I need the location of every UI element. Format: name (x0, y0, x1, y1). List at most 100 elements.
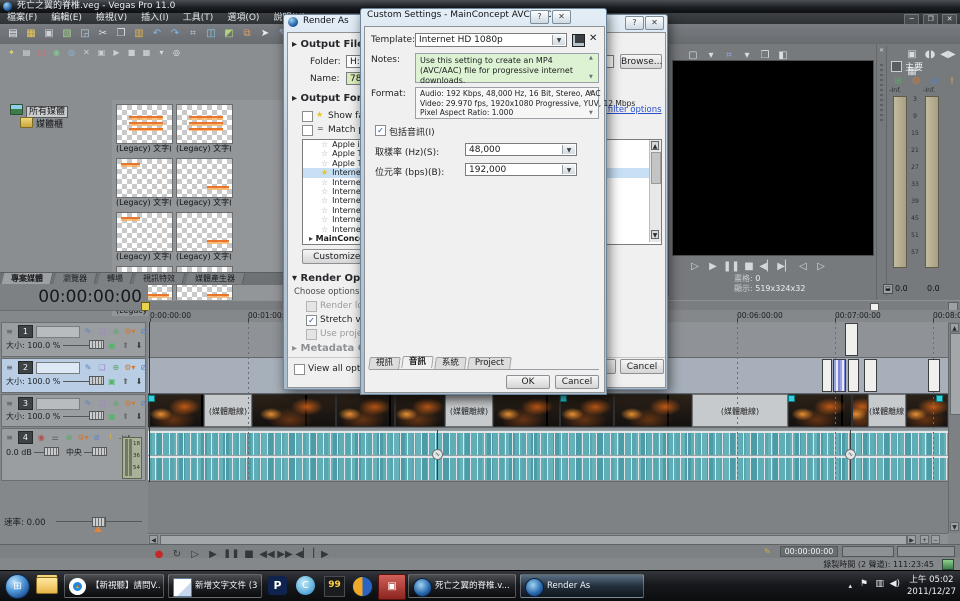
offline-event[interactable]: (媒體離線) (692, 394, 788, 427)
level-slider[interactable] (89, 340, 104, 349)
track-motion-icon[interactable]: ✎ (83, 398, 94, 409)
save-template-icon[interactable] (572, 34, 585, 47)
make-parent-icon[interactable]: ⬆ (120, 376, 131, 387)
explorer-button[interactable] (36, 577, 58, 594)
undo-icon[interactable]: ↶ (149, 26, 165, 41)
track-lane-3[interactable]: (媒體離線)(媒體離線)(媒體離線)(媒體離線) (148, 394, 948, 428)
browse-button[interactable]: Browse... (620, 54, 662, 69)
track-header-3[interactable]: ≡ 3 ✎ ❏ ⊕ ⚙▾ ⊘ ! 大小: 100.0 % ▣ ⬆ ⬇ (1, 394, 146, 427)
menu-V[interactable]: 檢視(V) (89, 13, 134, 24)
master-fader-left[interactable] (893, 96, 907, 268)
vscroll-thumb[interactable] (950, 333, 960, 415)
solo-icon[interactable]: ! (105, 432, 116, 443)
project-properties-icon[interactable]: ▧ (59, 26, 75, 41)
cancel-button[interactable]: Cancel (555, 375, 599, 389)
mute-icon[interactable]: ⊘ (91, 432, 102, 443)
media-thumbnail[interactable]: (Legacy) 文字(... (116, 104, 171, 154)
chrome-window-button[interactable]: 【新視聽】請問V... (64, 574, 164, 598)
solo-icon[interactable]: ! (944, 74, 960, 89)
volume-slider[interactable] (44, 447, 59, 456)
settings-tab-2[interactable]: 系統 (434, 357, 467, 369)
track-name-field[interactable] (36, 326, 80, 338)
track-lane-4[interactable]: ∿∿ (148, 428, 948, 482)
play-icon[interactable]: ▶ (705, 259, 721, 274)
copy-icon[interactable]: ❐ (113, 26, 129, 41)
video-preview-screen[interactable] (672, 60, 874, 256)
sample-rate-combo[interactable]: 48,000 ▼ (465, 143, 577, 156)
start-button[interactable]: ⊞ (5, 574, 30, 599)
level-slider[interactable] (89, 376, 104, 385)
timecode-display[interactable]: 00:00:00:00 (0, 284, 148, 311)
track-header-1[interactable]: ≡ 1 ✎ ❏ ⊕ ⚙▾ ⊘ ! 大小: 100.0 % ▣ ⬆ ⬇ (1, 322, 146, 357)
timeline-event[interactable] (864, 359, 877, 392)
video-event[interactable] (493, 394, 560, 427)
track-fx-icon[interactable]: ⊕ (64, 432, 75, 443)
track-fx-icon[interactable]: ⊕ (110, 326, 121, 337)
dock-tab-3[interactable]: 視訊特效 (134, 273, 186, 284)
next-frame-icon[interactable]: ▷ (813, 259, 829, 274)
lock-envelopes-icon[interactable]: ◩ (221, 26, 237, 41)
media-player-icon[interactable]: C (296, 576, 315, 595)
media-thumbnail[interactable]: (Legacy) 文字(... (176, 212, 231, 262)
dock-tab-2[interactable]: 轉場 (98, 273, 134, 284)
help-button[interactable]: ? (625, 16, 644, 30)
cut-icon[interactable]: ✂ (95, 26, 111, 41)
close-button[interactable]: ✕ (552, 10, 571, 24)
audio-waveform-left[interactable] (148, 430, 948, 455)
paste-icon[interactable]: ▥ (131, 26, 147, 41)
pan-slider[interactable] (92, 447, 107, 456)
track-fx-icon[interactable]: ⊕ (110, 362, 121, 373)
make-parent-icon[interactable]: ⬆ (120, 340, 131, 351)
track-fx-icon[interactable]: ⊕ (110, 398, 121, 409)
capture-video-icon[interactable]: ◲ (35, 47, 48, 59)
size-value[interactable]: 100.0 % (27, 412, 60, 421)
play-from-start-icon[interactable]: ▷ (687, 259, 703, 274)
make-parent-icon[interactable]: ⬆ (120, 411, 131, 422)
volume-value[interactable]: 0.0 dB (6, 448, 32, 457)
timeline-event[interactable] (845, 323, 858, 356)
import-media-icon[interactable]: ▤ (20, 47, 33, 59)
automation-icon[interactable]: ⚙▾ (77, 432, 88, 443)
views-icon[interactable]: ▦ (140, 47, 153, 59)
video-event[interactable] (560, 394, 614, 427)
timeline-event[interactable] (928, 359, 940, 392)
menu-I[interactable]: 插入(I) (134, 13, 176, 24)
make-child-icon[interactable]: ⬇ (133, 376, 144, 387)
menu-O[interactable]: 選項(O) (220, 13, 266, 24)
zoom-out-icon[interactable]: − (931, 535, 940, 544)
timeline-event[interactable] (822, 359, 832, 392)
downmix-icon[interactable]: ◖◗ (922, 47, 938, 62)
views-arrow-icon[interactable]: ▾ (155, 47, 168, 59)
size-value[interactable]: 100.0 % (27, 341, 60, 350)
tree-item-0[interactable]: 所有媒體 (10, 104, 110, 117)
go-end-icon[interactable]: ▶▏ (777, 259, 793, 274)
composite-mode-icon[interactable]: ▣ (106, 411, 117, 422)
view-all-options-checkbox[interactable] (294, 364, 305, 375)
template-combo[interactable]: Internet HD 1080p ▼ (415, 33, 567, 47)
media-thumbnail[interactable]: (Legacy) 文字(... (176, 158, 231, 208)
video-event[interactable] (852, 394, 868, 427)
go-start-icon[interactable]: ◀▏ (759, 259, 775, 274)
recorder-app-button[interactable]: ▣ (378, 574, 406, 600)
preview-stop-icon[interactable]: ■ (125, 47, 138, 59)
match-project-checkbox[interactable] (302, 125, 313, 136)
track-name-field[interactable] (36, 362, 80, 374)
size-value[interactable]: 100.0 % (27, 377, 60, 386)
composite-mode-icon[interactable]: ▣ (106, 376, 117, 387)
audio-waveform-right[interactable] (148, 455, 948, 480)
timeline-event[interactable] (833, 359, 846, 392)
get-from-cd-icon[interactable]: ◉ (50, 47, 63, 59)
volume-icon[interactable]: ◀) (890, 579, 900, 589)
prev-frame-icon[interactable]: ◁ (795, 259, 811, 274)
make-child-icon[interactable]: ⬇ (133, 340, 144, 351)
offline-event[interactable]: (媒體離線) (868, 394, 906, 427)
dock-tab-4[interactable]: 媒體產生器 (186, 273, 246, 284)
settings-tab-1[interactable]: 音訊 (401, 356, 434, 368)
open-project-icon[interactable]: ▦ (23, 26, 39, 41)
remove-media-icon[interactable]: ✕ (80, 47, 93, 59)
track-grip-icon[interactable]: ≡ (4, 362, 15, 373)
track-grip-icon[interactable]: ≡ (4, 432, 15, 443)
track-motion-icon[interactable]: ✎ (83, 326, 94, 337)
compositing-icon[interactable]: ❏ (97, 398, 108, 409)
track-grip-icon[interactable]: ≡ (4, 398, 15, 409)
